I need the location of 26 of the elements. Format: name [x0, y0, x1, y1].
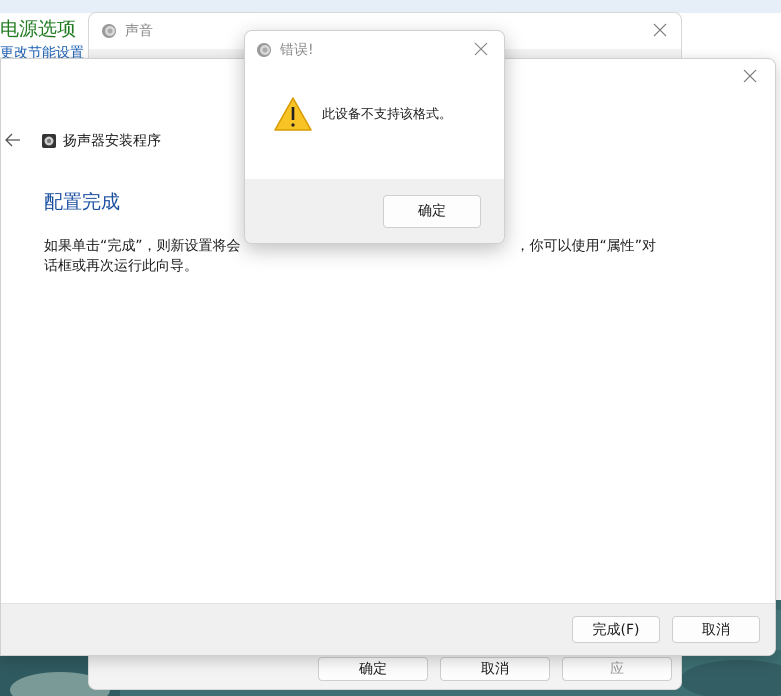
back-button[interactable] — [5, 133, 23, 149]
speaker-icon — [41, 133, 57, 149]
close-icon — [653, 23, 667, 37]
window-title: 电源选项 — [0, 17, 77, 42]
back-arrow-icon — [5, 133, 21, 147]
error-message: 此设备不支持该格式。 — [322, 106, 452, 123]
ok-button[interactable]: 确定 — [383, 194, 481, 228]
speaker-icon — [256, 42, 272, 58]
paragraph-text: 话框或再次运行此向导。 — [44, 257, 199, 275]
close-icon — [743, 69, 757, 83]
wizard-button[interactable]: 取消 — [672, 616, 760, 643]
dialog-button[interactable]: 确定 — [318, 657, 428, 681]
window-title: 声音 — [125, 22, 154, 40]
dialog-title: 错误! — [280, 41, 315, 59]
paragraph-text: 如果单击“完成”，则新设置将会 — [44, 237, 241, 255]
paragraph-text: ，你可以使用“属性”对 — [515, 237, 656, 255]
warning-icon — [274, 96, 312, 132]
close-button[interactable] — [743, 69, 759, 85]
dialog-button[interactable]: 取消 — [440, 657, 550, 681]
speaker-icon — [101, 23, 117, 39]
close-icon — [474, 42, 488, 56]
wizard-title: 扬声器安装程序 — [63, 132, 161, 150]
close-button[interactable] — [653, 23, 669, 39]
section-heading: 配置完成 — [44, 190, 120, 215]
close-button[interactable] — [474, 42, 490, 58]
wizard-button[interactable]: 完成(F) — [572, 616, 660, 643]
